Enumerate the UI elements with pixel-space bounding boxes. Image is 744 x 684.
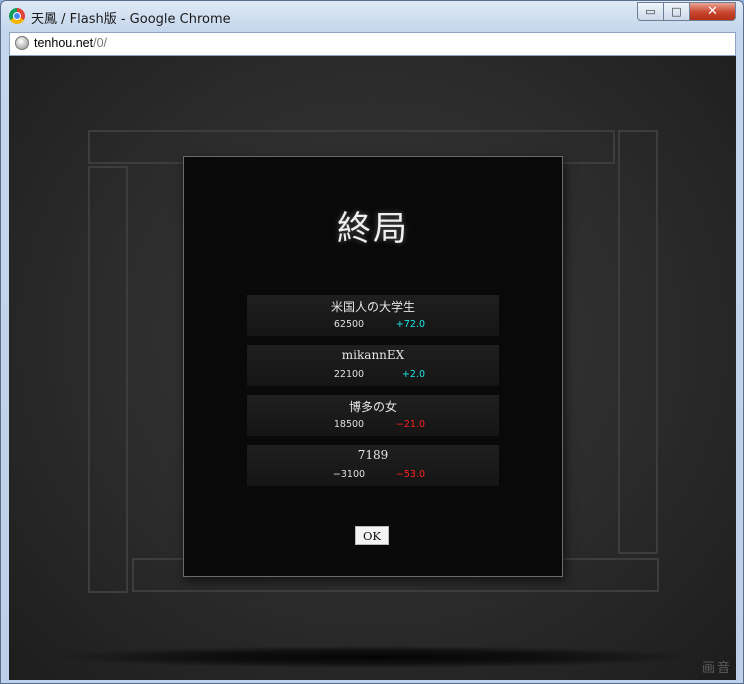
player-delta: −21.0	[395, 419, 425, 430]
player-name: mikannEX	[341, 348, 405, 362]
player-delta: +72.0	[395, 319, 425, 330]
maximize-button[interactable]: □	[663, 2, 690, 21]
flash-game-area[interactable]: 画音 終局 米国人の大学生 62500 +72.0 mikannEX 22100…	[9, 56, 736, 680]
chrome-logo-icon	[9, 8, 25, 24]
minimize-button[interactable]: ▭	[637, 2, 664, 21]
url-host: tenhou.net	[34, 36, 94, 50]
table-frame-right	[618, 130, 658, 554]
player-row: 米国人の大学生 62500 +72.0	[247, 295, 499, 336]
player-name: 7189	[357, 448, 389, 462]
maximize-icon: □	[671, 5, 682, 18]
player-row: mikannEX 22100 +2.0	[247, 345, 499, 386]
close-icon: ✕	[707, 4, 718, 19]
player-row: 博多の女 18500 −21.0	[247, 395, 499, 436]
player-row: 7189 −3100 −53.0	[247, 445, 499, 486]
window-title: 天鳳 / Flash版 - Google Chrome	[31, 12, 231, 27]
browser-window: 天鳳 / Flash版 - Google Chrome ▭ □ ✕ tenhou…	[0, 0, 744, 684]
player-delta: +2.0	[401, 369, 425, 380]
url-text[interactable]: tenhou.net/0/	[34, 36, 107, 50]
sound-toggle[interactable]: 画音	[702, 657, 732, 676]
player-score: 22100	[333, 369, 365, 380]
player-score: 62500	[333, 319, 365, 330]
address-bar[interactable]: tenhou.net/0/	[9, 32, 736, 56]
player-delta: −53.0	[395, 469, 425, 480]
result-dialog: 終局 米国人の大学生 62500 +72.0 mikannEX 22100 +2…	[183, 156, 563, 577]
player-score: −3100	[332, 469, 366, 480]
globe-icon	[15, 36, 29, 50]
player-name: 博多の女	[348, 400, 397, 414]
table-shadow	[59, 646, 689, 668]
title-bar[interactable]: 天鳳 / Flash版 - Google Chrome ▭ □ ✕	[1, 1, 743, 31]
player-name: 米国人の大学生	[330, 300, 415, 314]
close-button[interactable]: ✕	[689, 2, 736, 21]
minimize-icon: ▭	[645, 5, 656, 18]
player-score: 18500	[333, 419, 365, 430]
result-title: 終局	[337, 209, 409, 249]
url-path: /0/	[93, 36, 107, 50]
table-frame-left	[88, 166, 128, 593]
ok-button[interactable]: OK	[355, 526, 389, 545]
